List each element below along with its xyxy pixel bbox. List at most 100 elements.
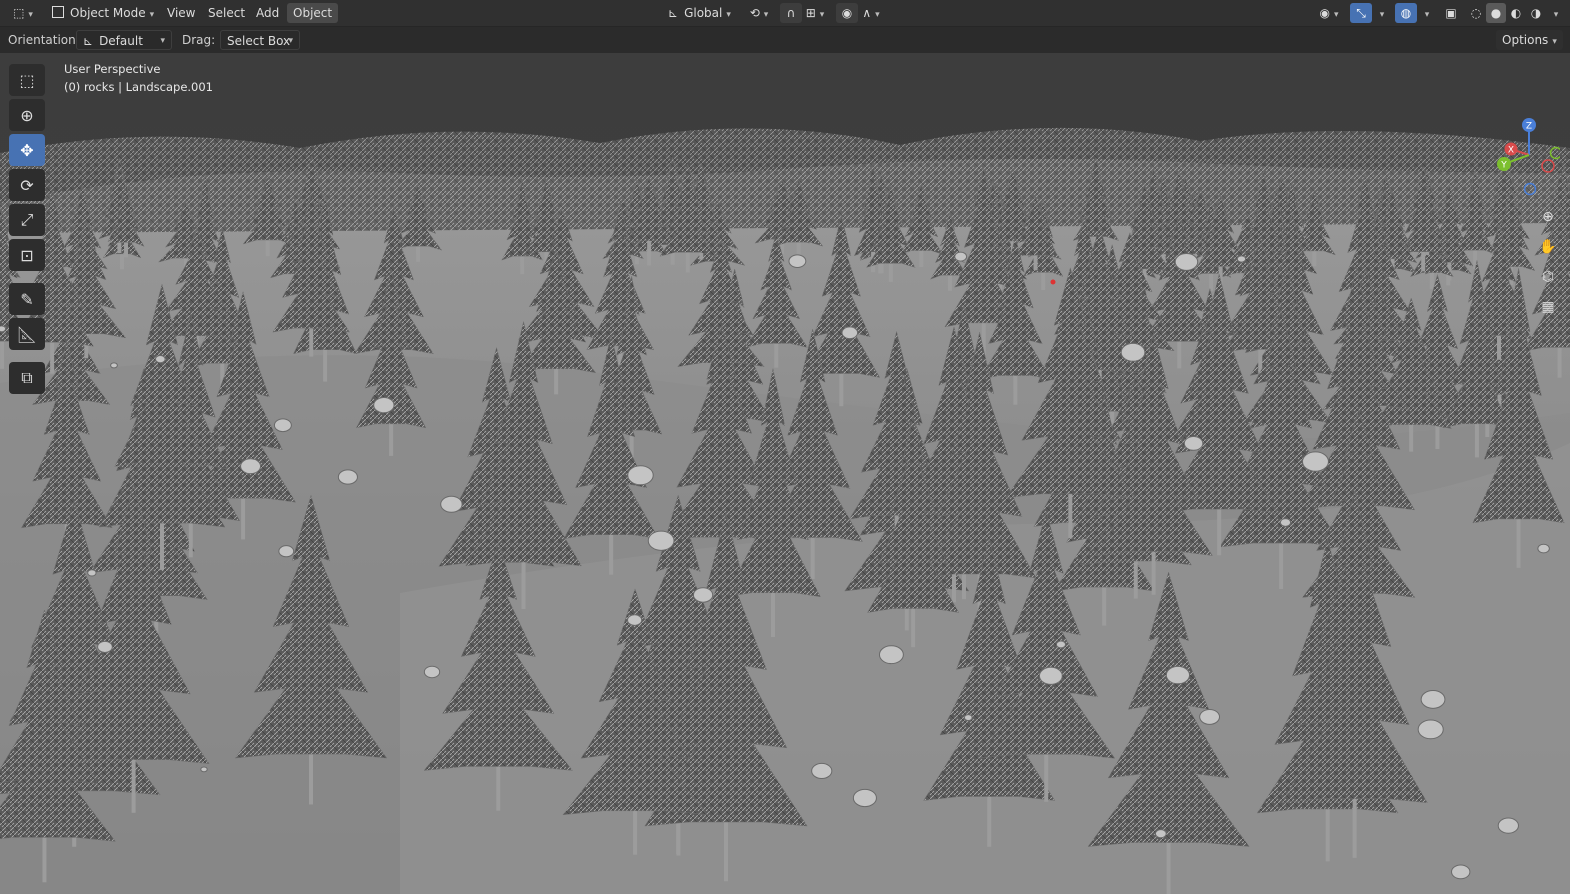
editor-type-button[interactable]: ⬚ ▾ xyxy=(8,3,38,23)
orientation-dropdown[interactable]: ⊾ Default ▾ xyxy=(76,30,172,50)
rock xyxy=(423,665,441,679)
rock xyxy=(1055,640,1067,649)
tool-measure[interactable]: 📐︎ xyxy=(9,318,45,350)
menu-select[interactable]: Select xyxy=(202,3,251,23)
add-cube-icon: ⧉ xyxy=(21,368,33,387)
camera-icon: ⌬ xyxy=(1541,269,1555,285)
tool-select-box[interactable]: ⬚ xyxy=(9,64,45,96)
landscape-render xyxy=(0,53,1570,894)
overlays-toggle[interactable]: ◍ xyxy=(1395,3,1417,23)
tool-annotate[interactable]: ✎ xyxy=(9,283,45,315)
rock xyxy=(627,614,643,626)
rock xyxy=(692,587,714,603)
x-axis-label: X xyxy=(1508,146,1514,156)
object-info: (0) rocks | Landscape.001 xyxy=(64,80,214,94)
overlays-dropdown[interactable]: ▾ xyxy=(1417,3,1433,23)
tool-settings-bar: Orientation: ⊾ Default ▾ Drag: Select Box ▾… xyxy=(0,27,1570,53)
tool-add-cube[interactable]: ⧉ xyxy=(9,362,45,394)
material-sphere-icon: ◐ xyxy=(1510,6,1522,20)
orientation-dropdown-value: Default xyxy=(99,34,143,48)
z-axis-label: Z xyxy=(1526,122,1532,132)
pivot-point-button[interactable]: ⟲ ▾ xyxy=(746,3,772,23)
rock xyxy=(811,762,833,780)
drag-dropdown[interactable]: Select Box ▾ xyxy=(220,30,300,50)
rock xyxy=(1451,864,1471,880)
proportional-edit-icon: ◉ xyxy=(841,6,853,20)
rock xyxy=(0,325,7,333)
menu-object[interactable]: Object xyxy=(287,3,339,23)
tool-transform[interactable]: ⊡ xyxy=(9,239,45,271)
xray-icon: ▣ xyxy=(1445,6,1457,20)
snap-increment-icon: ⊞ xyxy=(805,6,816,20)
perspective-toggle-button[interactable]: ▦ xyxy=(1536,293,1560,321)
rock xyxy=(647,530,675,551)
rock xyxy=(440,495,463,513)
tool-shelf: ⬚ ⊕ ✥ ⟳ ⤢ ⊡ ✎ 📐︎ ⧉ xyxy=(7,61,47,397)
visibility-button[interactable]: ◉ ▾ xyxy=(1314,3,1344,23)
rock xyxy=(337,469,358,485)
tool-move[interactable]: ✥ xyxy=(9,134,45,166)
falloff-curve-icon: ∧ xyxy=(862,6,872,20)
shading-rendered[interactable]: ◑ xyxy=(1526,3,1546,23)
shading-material[interactable]: ◐ xyxy=(1506,3,1526,23)
options-label: Options xyxy=(1502,33,1549,47)
rock xyxy=(1537,543,1550,554)
rock xyxy=(1199,708,1221,725)
rock xyxy=(1165,665,1191,685)
view-name: User Perspective xyxy=(64,62,161,76)
shading-wireframe[interactable]: ◌ xyxy=(1466,3,1486,23)
rock xyxy=(97,640,113,653)
gizmo-toggle[interactable]: ⤡ xyxy=(1350,3,1372,23)
zoom-button[interactable]: ⊕ xyxy=(1536,203,1560,231)
navigation-gizmo[interactable]: Z X Y xyxy=(1490,113,1563,203)
transform-orientation-dropdown[interactable]: ⊾ Global ▾ xyxy=(662,3,737,23)
xray-toggle[interactable]: ▣ xyxy=(1440,3,1462,23)
gizmo-dropdown[interactable]: ▾ xyxy=(1372,3,1388,23)
rock xyxy=(200,766,208,773)
rock xyxy=(1302,451,1329,472)
ruler-icon: 📐︎ xyxy=(16,324,38,344)
menu-add[interactable]: Add xyxy=(250,3,285,23)
rock xyxy=(1417,719,1444,740)
camera-view-button[interactable]: ⌬ xyxy=(1536,263,1560,291)
gizmo-icon: ⤡ xyxy=(1356,6,1366,20)
y-axis-label: Y xyxy=(1500,161,1507,171)
options-dropdown[interactable]: Options ▾ xyxy=(1496,30,1563,50)
rock xyxy=(1038,666,1063,685)
rock xyxy=(1236,255,1247,263)
top-header: ⬚ ▾ Object Mode ▾ View Select Add Object ⊾… xyxy=(0,0,1570,27)
menu-view[interactable]: View xyxy=(161,3,201,23)
rock xyxy=(110,362,118,369)
rock xyxy=(240,458,262,475)
rock xyxy=(963,714,973,721)
pan-button[interactable]: ✋ xyxy=(1536,233,1560,261)
drag-label: Drag: xyxy=(182,33,216,47)
drag-dropdown-value: Select Box xyxy=(227,34,291,48)
rock xyxy=(278,545,295,558)
tool-rotate[interactable]: ⟳ xyxy=(9,169,45,201)
falloff-button[interactable]: ∧ ▾ xyxy=(858,3,884,23)
proportional-edit-toggle[interactable]: ◉ xyxy=(836,3,858,23)
rock xyxy=(1183,435,1204,451)
cursor-icon: ⊕ xyxy=(20,105,34,125)
3d-viewport[interactable]: User Perspective (0) rocks | Landscape.0… xyxy=(0,53,1570,894)
solid-sphere-icon: ● xyxy=(1490,6,1502,20)
rotate-icon: ⟳ xyxy=(20,175,34,195)
snap-target-button[interactable]: ⊞ ▾ xyxy=(802,3,828,23)
mode-dropdown[interactable]: Object Mode ▾ xyxy=(46,3,160,23)
tool-cursor[interactable]: ⊕ xyxy=(9,99,45,131)
transform-icon: ⊡ xyxy=(20,245,34,265)
mode-label: Object Mode xyxy=(70,6,146,20)
zoom-icon: ⊕ xyxy=(1542,209,1554,225)
rock xyxy=(1120,342,1146,362)
move-icon: ✥ xyxy=(20,140,34,160)
shading-solid[interactable]: ● xyxy=(1486,3,1506,23)
object-mode-icon xyxy=(52,6,64,18)
shading-dropdown[interactable]: ▾ xyxy=(1546,3,1562,23)
pivot-icon: ⟲ xyxy=(749,6,760,20)
tool-scale[interactable]: ⤢ xyxy=(9,204,45,236)
navigation-buttons: ⊕ ✋ ⌬ ▦ xyxy=(1536,203,1560,323)
snap-toggle[interactable]: ∩ xyxy=(780,3,802,23)
rock xyxy=(1279,518,1292,527)
eye-icon: ◉ xyxy=(1319,6,1330,20)
